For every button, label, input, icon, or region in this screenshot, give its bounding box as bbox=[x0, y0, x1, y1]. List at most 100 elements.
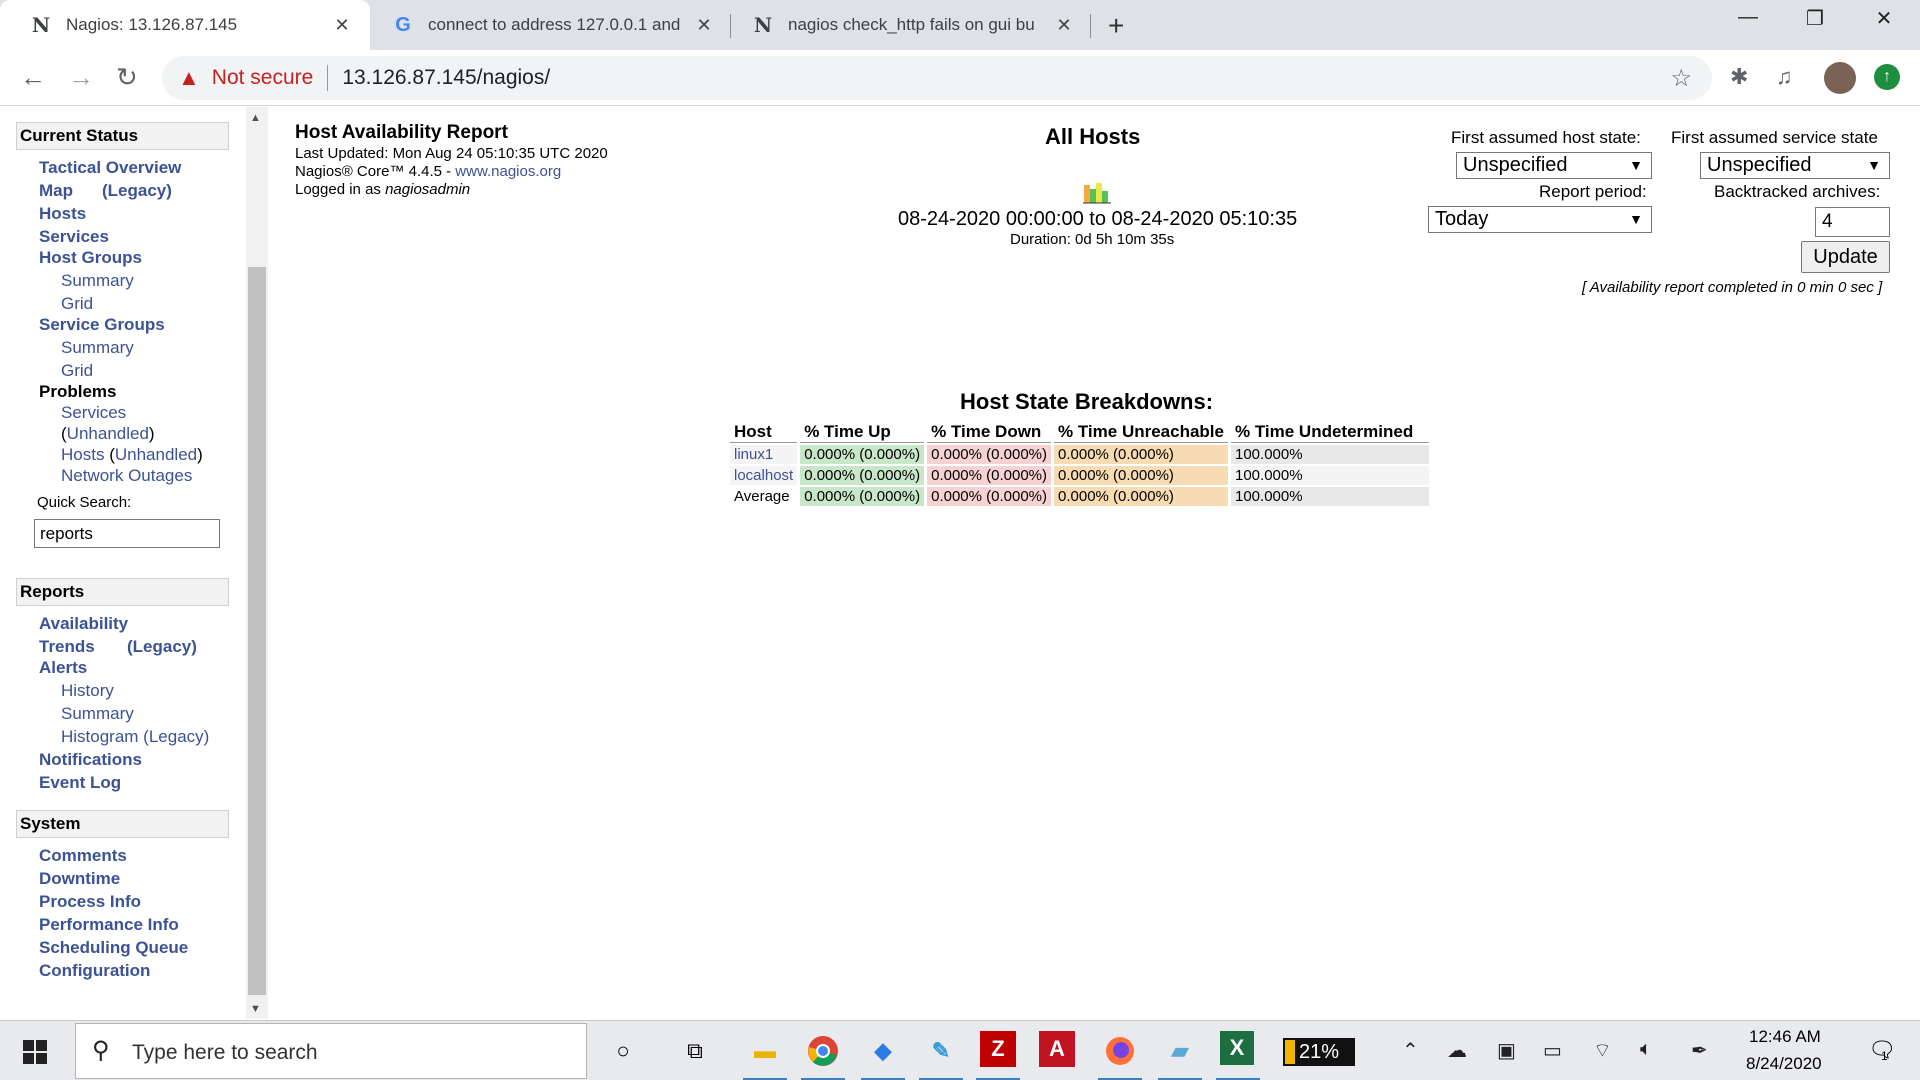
link-process-info[interactable]: Process Info bbox=[39, 892, 141, 912]
service-state-select[interactable]: Unspecified ▼ bbox=[1700, 152, 1890, 179]
host-link-linux1[interactable]: linux1 bbox=[730, 445, 798, 464]
taskbar-search-box[interactable]: ⚲ Type here to search bbox=[75, 1023, 587, 1079]
restore-icon[interactable]: ❐ bbox=[1800, 6, 1830, 31]
omnibox-divider bbox=[327, 65, 329, 91]
chevron-down-icon: ▼ bbox=[1629, 157, 1643, 173]
link-notifications[interactable]: Notifications bbox=[39, 750, 142, 770]
host-state-select[interactable]: Unspecified ▼ bbox=[1456, 152, 1652, 179]
link-trends-legacy[interactable]: (Legacy) bbox=[127, 637, 197, 657]
close-icon[interactable]: ✕ bbox=[692, 15, 716, 36]
minimize-icon[interactable]: — bbox=[1733, 6, 1763, 29]
link-alerts-summary[interactable]: Summary bbox=[61, 704, 134, 724]
notification-icon[interactable]: 🗨︎ 1 bbox=[1868, 1037, 1896, 1063]
section-system: System bbox=[16, 810, 229, 838]
link-alerts-history[interactable]: History bbox=[61, 681, 114, 701]
link-problem-services[interactable]: Services bbox=[61, 403, 126, 423]
link-network-outages[interactable]: Network Outages bbox=[61, 466, 192, 486]
security-status[interactable]: Not secure bbox=[212, 66, 314, 90]
back-icon[interactable]: ← bbox=[20, 62, 46, 93]
tab-nagios-check-http[interactable]: N nagios check_http fails on gui bu ✕ bbox=[722, 0, 1092, 50]
link-scheduling-queue[interactable]: Scheduling Queue bbox=[39, 938, 188, 958]
link-availability[interactable]: Availability bbox=[39, 614, 128, 634]
forward-icon[interactable]: → bbox=[68, 62, 94, 93]
quick-search-input[interactable]: reports bbox=[34, 519, 220, 548]
report-period-select[interactable]: Today ▼ bbox=[1428, 206, 1652, 233]
last-updated: Last Updated: Mon Aug 24 05:10:35 UTC 20… bbox=[295, 145, 608, 162]
scroll-up-icon[interactable]: ▲ bbox=[250, 112, 261, 124]
wifi-icon[interactable]: ⌔ bbox=[1593, 1038, 1612, 1063]
link-map-legacy[interactable]: (Legacy) bbox=[102, 181, 172, 201]
update-icon[interactable]: ↑ bbox=[1874, 64, 1900, 90]
link-host-groups[interactable]: Host Groups bbox=[39, 248, 142, 268]
link-service-groups-summary[interactable]: Summary bbox=[61, 338, 134, 358]
reload-icon[interactable]: ↻ bbox=[116, 62, 138, 93]
onedrive-icon[interactable]: ☁ bbox=[1447, 1038, 1467, 1063]
media-icon[interactable]: ♫ bbox=[1776, 64, 1793, 90]
close-icon[interactable]: ✕ bbox=[330, 15, 354, 36]
chrome-icon[interactable] bbox=[803, 1031, 843, 1071]
link-service-groups-grid[interactable]: Grid bbox=[61, 361, 93, 381]
link-alerts-histogram[interactable]: Histogram (Legacy) bbox=[61, 727, 209, 747]
windows-icon[interactable] bbox=[23, 1040, 47, 1064]
extensions-icon[interactable]: ✱ bbox=[1730, 64, 1748, 90]
task-view-icon[interactable]: ⧉ bbox=[675, 1031, 715, 1071]
chevron-up-icon[interactable]: ⌃ bbox=[1402, 1038, 1419, 1063]
time-undetermined-cell: 100.000% bbox=[1231, 466, 1429, 485]
sidebar-scroll-thumb[interactable] bbox=[248, 267, 266, 995]
screen-icon[interactable]: ▣ bbox=[1497, 1038, 1516, 1063]
avatar[interactable] bbox=[1824, 62, 1856, 94]
app-icon[interactable]: ◆ bbox=[863, 1031, 903, 1071]
browser-tab-bar: N Nagios: 13.126.87.145 ✕ G connect to a… bbox=[0, 0, 1920, 50]
link-downtime[interactable]: Downtime bbox=[39, 869, 120, 889]
pen-icon[interactable]: ✒ bbox=[1691, 1038, 1708, 1063]
link-hosts[interactable]: Hosts bbox=[39, 204, 86, 224]
link-trends[interactable]: Trends bbox=[39, 637, 95, 657]
link-service-groups[interactable]: Service Groups bbox=[39, 315, 165, 335]
nagios-link[interactable]: www.nagios.org bbox=[455, 163, 561, 180]
battery-icon[interactable]: ▭ bbox=[1543, 1038, 1562, 1063]
tab-google[interactable]: G connect to address 127.0.0.1 and ✕ bbox=[362, 0, 732, 50]
link-configuration[interactable]: Configuration bbox=[39, 961, 150, 981]
close-icon[interactable]: ✕ bbox=[1052, 15, 1076, 36]
link-services[interactable]: Services bbox=[39, 227, 109, 247]
col-time-up: % Time Up bbox=[800, 421, 925, 443]
average-label: Average bbox=[730, 487, 798, 506]
clock-time[interactable]: 12:46 AM bbox=[1749, 1027, 1821, 1047]
link-alerts[interactable]: Alerts bbox=[39, 658, 87, 678]
trend-graph-icon[interactable] bbox=[1082, 181, 1112, 205]
url-text[interactable]: 13.126.87.145/nagios/ bbox=[342, 66, 550, 90]
new-tab-button[interactable]: + bbox=[1108, 10, 1124, 42]
link-comments[interactable]: Comments bbox=[39, 846, 127, 866]
link-event-log[interactable]: Event Log bbox=[39, 773, 121, 793]
problems-label: Problems bbox=[39, 382, 117, 401]
star-icon[interactable]: ☆ bbox=[1670, 64, 1692, 93]
acrobat-icon[interactable]: A bbox=[1039, 1031, 1075, 1067]
update-button[interactable]: Update bbox=[1801, 241, 1890, 273]
address-bar[interactable]: ▲ Not secure 13.126.87.145/nagios/ ☆ bbox=[162, 56, 1712, 100]
link-map[interactable]: Map bbox=[39, 181, 73, 201]
firefox-icon[interactable] bbox=[1100, 1031, 1140, 1071]
host-link-localhost[interactable]: localhost bbox=[730, 466, 798, 485]
backtracked-archives-input[interactable]: 4 bbox=[1815, 207, 1890, 237]
link-problem-services-unhandled[interactable]: (Unhandled) bbox=[61, 424, 155, 444]
table-row: localhost 0.000% (0.000%) 0.000% (0.000%… bbox=[730, 466, 1429, 485]
link-host-groups-grid[interactable]: Grid bbox=[61, 294, 93, 314]
logged-in-label: Logged in as bbox=[295, 181, 386, 198]
excel-icon[interactable]: X bbox=[1220, 1031, 1254, 1065]
clock-date[interactable]: 8/24/2020 bbox=[1746, 1054, 1822, 1074]
app-icon[interactable]: ▰ bbox=[1160, 1031, 1200, 1071]
file-explorer-icon[interactable]: ▬ bbox=[745, 1031, 785, 1071]
link-tactical-overview[interactable]: Tactical Overview bbox=[39, 158, 181, 178]
link-problem-hosts[interactable]: Hosts (Unhandled) bbox=[61, 445, 203, 465]
filezilla-icon[interactable]: Z bbox=[980, 1031, 1016, 1067]
battery-indicator[interactable]: 21% bbox=[1283, 1038, 1355, 1066]
window-close-icon[interactable]: ✕ bbox=[1869, 6, 1899, 31]
link-performance-info[interactable]: Performance Info bbox=[39, 915, 179, 935]
scroll-down-icon[interactable]: ▼ bbox=[250, 1003, 261, 1015]
link-host-groups-summary[interactable]: Summary bbox=[61, 271, 134, 291]
paint-icon[interactable]: ✎ bbox=[921, 1031, 961, 1071]
tab-nagios[interactable]: N Nagios: 13.126.87.145 ✕ bbox=[0, 0, 370, 50]
volume-icon[interactable]: 🔈︎ bbox=[1640, 1038, 1652, 1061]
cortana-icon[interactable]: ○ bbox=[603, 1031, 643, 1071]
table-row: linux1 0.000% (0.000%) 0.000% (0.000%) 0… bbox=[730, 445, 1429, 464]
